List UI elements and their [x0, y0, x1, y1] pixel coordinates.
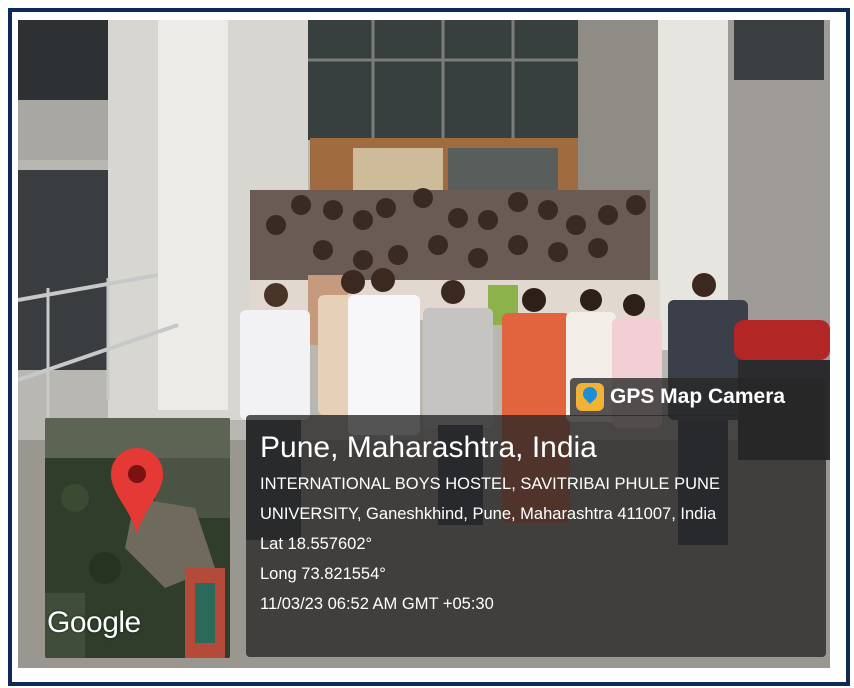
- map-pin-icon: [576, 383, 604, 411]
- satellite-map: Google: [45, 418, 230, 658]
- location-pin-icon: [111, 448, 163, 534]
- location-title: Pune, Maharashtra, India: [260, 431, 597, 464]
- timestamp: 11/03/23 06:52 AM GMT +05:30: [260, 595, 494, 613]
- address-line-1: INTERNATIONAL BOYS HOSTEL, SAVITRIBAI PH…: [260, 475, 720, 493]
- location-info-panel: Pune, Maharashtra, India INTERNATIONAL B…: [246, 415, 826, 657]
- app-badge: GPS Map Camera: [570, 378, 826, 416]
- map-attribution: Google: [47, 606, 141, 639]
- latitude: Lat 18.557602°: [260, 535, 373, 553]
- address-line-2: UNIVERSITY, Ganeshkhind, Pune, Maharasht…: [260, 505, 717, 523]
- longitude: Long 73.821554°: [260, 565, 386, 583]
- app-name: GPS Map Camera: [610, 385, 786, 408]
